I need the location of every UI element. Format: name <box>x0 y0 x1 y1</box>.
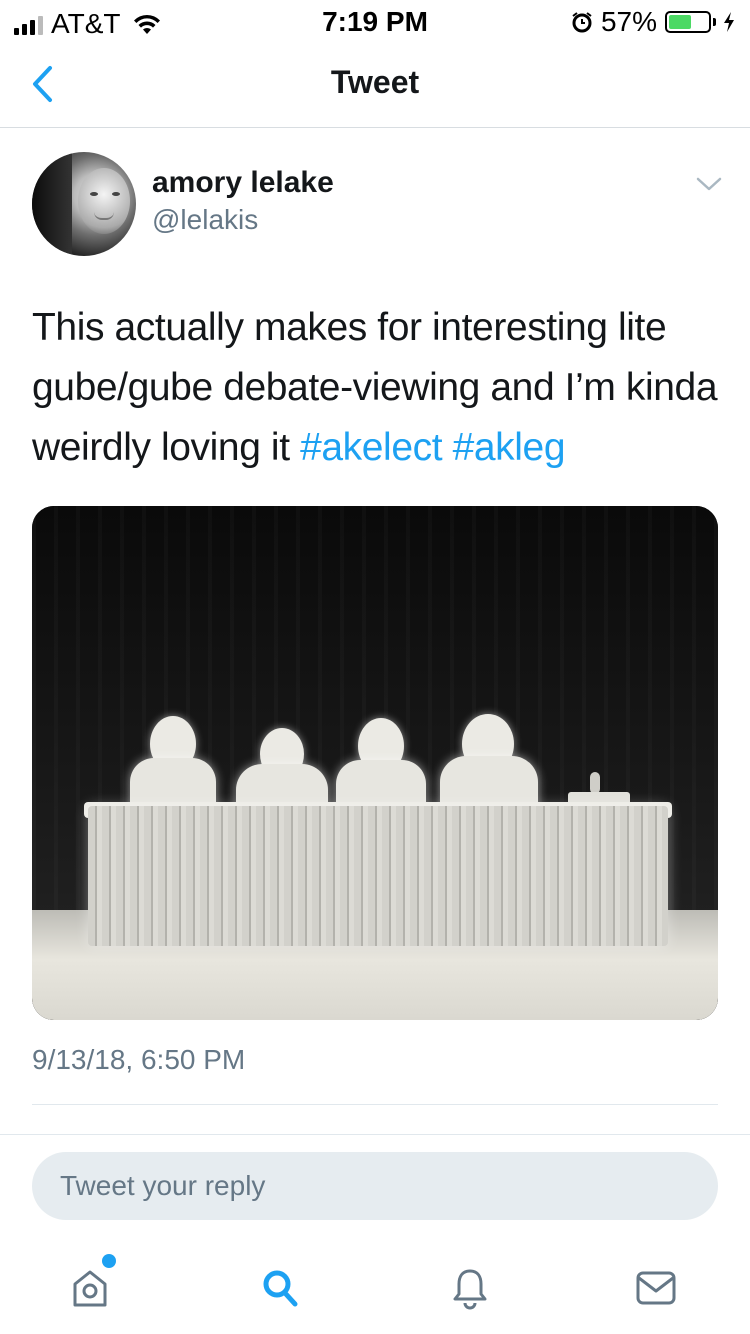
battery-tip <box>713 18 716 26</box>
battery-fill <box>669 15 691 29</box>
divider <box>32 1104 718 1105</box>
tweet-photo[interactable] <box>32 506 718 1020</box>
status-right: 57% <box>571 6 736 38</box>
tweet-timestamp: 9/13/18, 6:50 PM <box>32 1044 246 1075</box>
author-handle[interactable]: @lelakis <box>152 204 258 236</box>
nav-bar: Tweet <box>0 40 750 128</box>
chevron-down-icon[interactable] <box>694 172 724 196</box>
home-notification-dot <box>102 1254 116 1268</box>
battery-percent: 57% <box>600 6 657 37</box>
search-icon <box>263 1270 298 1307</box>
avatar-face <box>78 168 130 234</box>
author-name[interactable]: amory lelake <box>152 166 334 200</box>
hashtag-link[interactable]: #akleg <box>453 426 566 469</box>
hashtag-link[interactable]: #akelect <box>300 426 442 469</box>
tab-bar <box>0 1238 750 1334</box>
photo-microphone <box>590 772 600 794</box>
reply-input[interactable]: Tweet your reply <box>32 1152 718 1220</box>
tab-notifications[interactable] <box>440 1258 500 1318</box>
divider <box>0 1134 750 1135</box>
reply-placeholder: Tweet your reply <box>60 1170 266 1201</box>
tab-messages[interactable] <box>626 1258 686 1318</box>
tweet-text: This actually makes for interesting lite… <box>32 298 722 478</box>
avatar-eye <box>112 192 120 196</box>
battery-icon <box>665 11 711 33</box>
photo-table <box>88 806 668 946</box>
status-bar: AT&T 7:19 PM 57% <box>0 0 750 40</box>
avatar-eye <box>90 192 98 196</box>
alarm-icon <box>572 12 592 33</box>
avatar[interactable] <box>32 152 136 256</box>
home-icon <box>73 1270 107 1307</box>
notifications-icon <box>453 1269 487 1310</box>
messages-icon <box>636 1271 676 1305</box>
charging-icon <box>724 12 734 32</box>
avatar-hair <box>32 152 72 256</box>
tab-search[interactable] <box>250 1258 310 1318</box>
page-title: Tweet <box>330 64 420 100</box>
